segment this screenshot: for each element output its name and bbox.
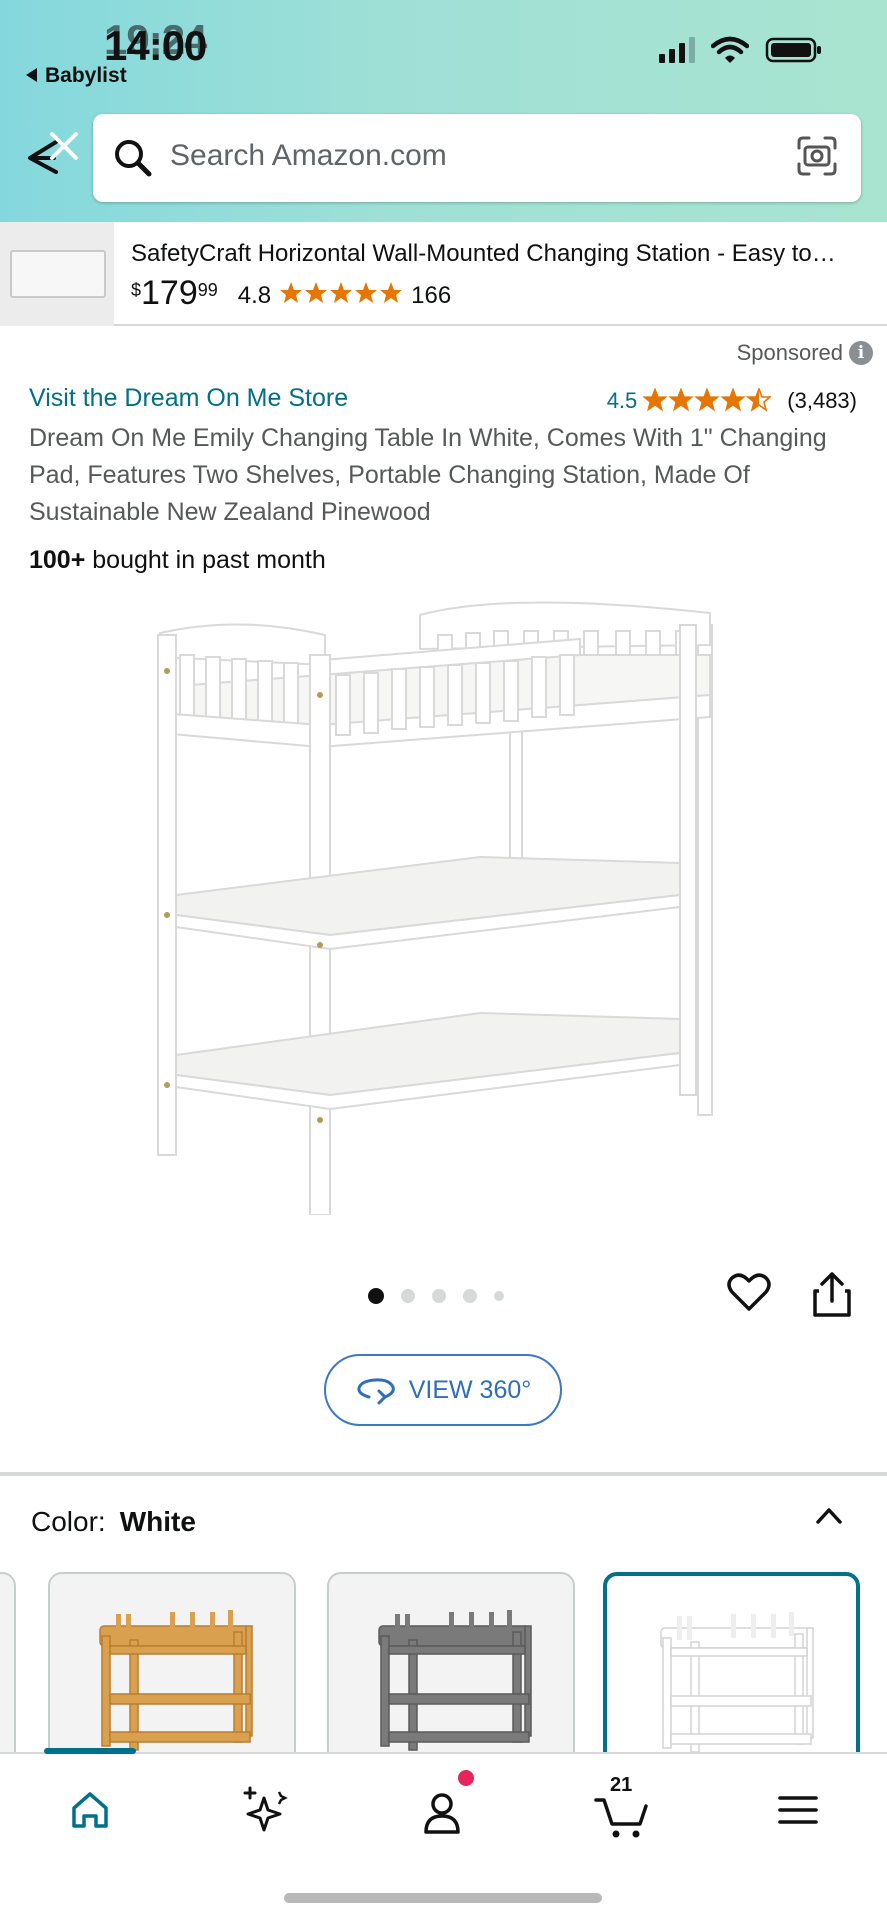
back-arrow-icon[interactable] [24,132,84,182]
camera-search-icon[interactable] [795,134,839,178]
sponsored-product-strip[interactable]: SafetyCraft Horizontal Wall-Mounted Chan… [0,222,887,326]
natural-table-thumbnail [99,1610,253,1751]
strip-price-dollars: 179 [141,274,198,312]
view-360-label: VIEW 360° [408,1375,532,1404]
active-tab-indicator [44,1748,136,1754]
review-count: (3,483) [787,388,857,413]
status-time: 14:00 [104,22,207,69]
status-icons [659,36,823,64]
carousel-dot[interactable] [401,1289,415,1303]
search-icon [115,140,152,177]
wifi-icon [711,36,749,63]
search-bar[interactable]: Search Amazon.com [93,114,861,202]
carousel-dot[interactable] [463,1289,477,1303]
grey-table-thumbnail [378,1610,532,1751]
carousel-dot[interactable] [368,1288,384,1304]
info-icon[interactable]: i [849,341,873,365]
notification-badge [458,1770,474,1786]
color-swatch-white[interactable] [603,1572,860,1752]
strip-product-title: SafetyCraft Horizontal Wall-Mounted Chan… [131,240,836,267]
view-360-button[interactable]: VIEW 360° [324,1354,562,1426]
header-bar: 19:24 14:00 Babylist Search Amazon.com [0,0,887,222]
carousel-dot[interactable] [432,1289,446,1303]
account-icon[interactable] [402,1780,482,1840]
product-image-changing-table[interactable] [150,595,730,1215]
back-to-app-link[interactable]: Babylist [26,64,127,88]
cart-count: 21 [610,1774,633,1796]
bought-in-past-month: 100+ bought in past month [29,546,326,574]
color-selector-label: Color: White [31,1506,196,1537]
chevron-up-icon[interactable] [813,1500,845,1532]
strip-currency: $ [131,280,142,300]
search-input[interactable]: Search Amazon.com [170,139,447,173]
store-link[interactable]: Visit the Dream On Me Store [29,384,348,413]
strip-star-rating-icon [280,282,403,303]
share-icon[interactable] [811,1271,853,1319]
color-swatch-partial[interactable] [0,1572,16,1752]
strip-product-thumbnail [0,222,114,326]
color-swatch-natural[interactable] [48,1572,296,1752]
selected-color: White [119,1506,196,1537]
strip-price-cents: 99 [197,280,218,300]
rating-value: 4.5 [606,388,638,413]
product-title[interactable]: Dream On Me Emily Changing Table In Whit… [29,420,859,531]
back-app-label: Babylist [45,64,127,87]
rufus-sparkle-icon[interactable] [224,1780,304,1840]
product-rating[interactable]: 4.5 (3,483) [607,388,857,414]
strip-price-rating-row: $ 179 99 4.8 166 [131,276,451,310]
carousel-dot[interactable] [494,1291,504,1301]
home-icon[interactable] [50,1780,130,1840]
wishlist-heart-icon[interactable] [726,1271,772,1313]
sponsored-label[interactable]: Sponsored i [737,340,873,366]
menu-icon[interactable] [758,1780,838,1840]
color-swatch-grey[interactable] [327,1572,575,1752]
color-swatches [0,1572,887,1752]
cellular-signal-icon [659,37,695,63]
image-carousel-dots[interactable] [368,1288,504,1304]
white-table-thumbnail [660,1612,814,1752]
rotate-360-icon [357,1378,395,1405]
battery-icon [765,37,821,63]
back-triangle-icon [26,68,37,82]
strip-rating-value: 4.8 [237,282,272,309]
strip-review-count: 166 [411,282,452,309]
section-divider [0,1472,887,1476]
home-indicator [284,1893,602,1903]
star-rating-icon [643,388,772,412]
